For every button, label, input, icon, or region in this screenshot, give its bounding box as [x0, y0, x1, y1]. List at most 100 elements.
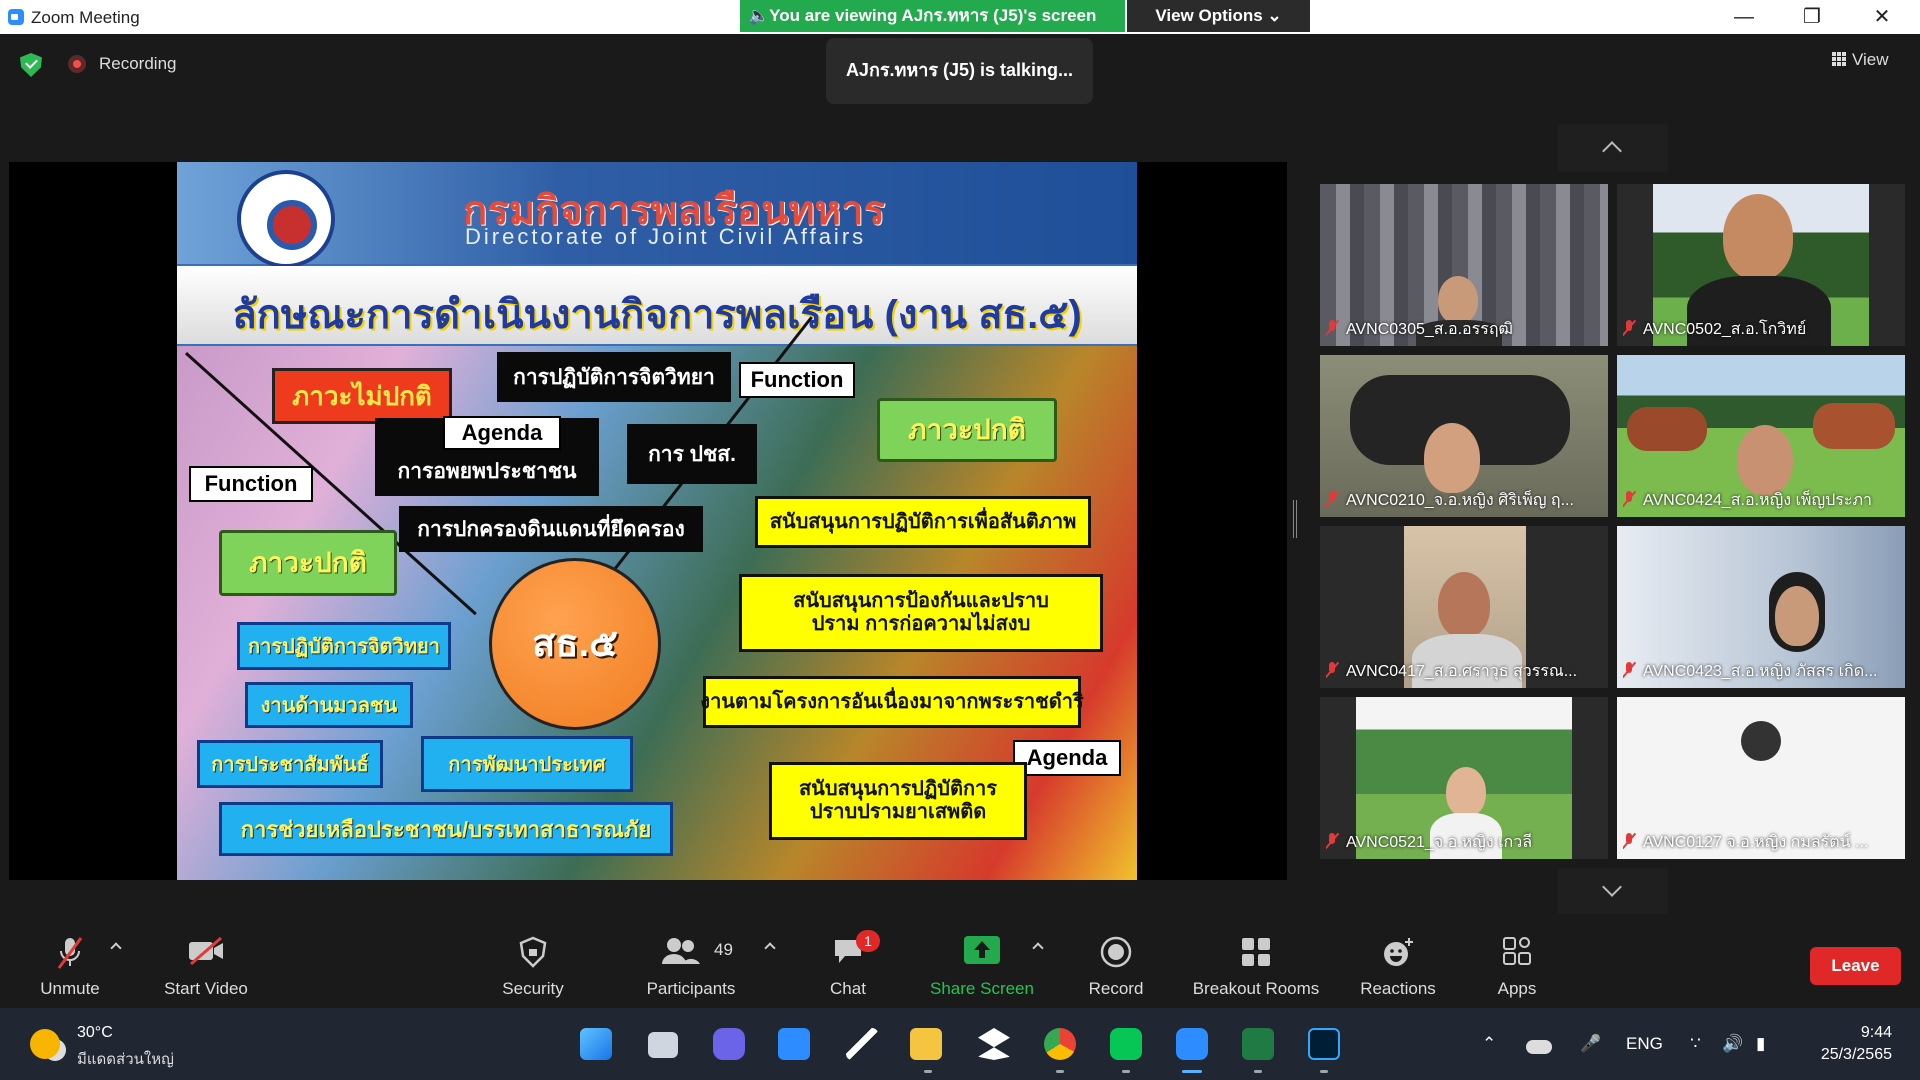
partly-sunny-icon[interactable]	[30, 1029, 60, 1059]
label-peace-support: สนับสนุนการปฏิบัติการเพื่อสันติภาพ	[755, 496, 1091, 548]
muted-mic-icon	[1623, 320, 1635, 336]
panel-resize-handle[interactable]	[1293, 500, 1297, 538]
participants-button[interactable]: 49 Participants	[636, 914, 746, 1008]
participant-name: AVNC0424_ส.อ.หญิง เพ็ญประภา	[1643, 492, 1872, 509]
smiley-plus-icon	[1384, 938, 1413, 966]
windows-start-icon[interactable]	[580, 1028, 612, 1060]
window-title: Zoom Meeting	[31, 8, 140, 27]
muted-microphone-icon	[57, 937, 83, 969]
label-national-development: การพัฒนาประเทศ	[421, 736, 633, 792]
center-circle-sor-tor-5: สธ.๕	[489, 558, 661, 730]
teams-chat-icon[interactable]	[713, 1028, 745, 1060]
label-normal-state-left: ภาวะปกติ	[219, 530, 397, 596]
gallery-scroll-down-button[interactable]	[1558, 868, 1668, 916]
start-video-button[interactable]: Start Video	[156, 914, 256, 1008]
participant-name: AVNC0210_จ.อ.หญิง ศิริเพ็ญ ฤ...	[1346, 492, 1574, 509]
breakout-rooms-icon	[1242, 938, 1270, 966]
label-pcs: การ ปชส.	[627, 424, 757, 484]
participant-tile[interactable]: AVNC0424_ส.อ.หญิง เพ็ญประภา	[1617, 355, 1905, 517]
minimize-button[interactable]: —	[1722, 4, 1766, 30]
muted-mic-icon	[1326, 320, 1338, 336]
participant-tile[interactable]: AVNC0423_ส.อ.หญิง ภัสสร เกิด...	[1617, 526, 1905, 688]
participant-tile[interactable]: AVNC0502_ส.อ.โกวิทย์	[1617, 184, 1905, 346]
recording-icon	[68, 55, 86, 73]
participant-name: AVNC0417_ส.อ.ศราวุธ สุวรรณ...	[1346, 663, 1578, 680]
participants-icon	[662, 938, 700, 964]
photoshop-icon[interactable]	[1308, 1028, 1340, 1060]
file-explorer-icon[interactable]	[910, 1028, 942, 1060]
label-function-left: Function	[189, 466, 313, 502]
clock-date[interactable]: 25/3/2565	[1792, 1046, 1892, 1064]
leave-button[interactable]: Leave	[1810, 947, 1901, 985]
battery-icon[interactable]: ▮	[1756, 1034, 1765, 1054]
line-app-icon[interactable]	[1110, 1028, 1142, 1060]
participant-name: AVNC0423_ส.อ.หญิง ภัสสร เกิด...	[1643, 663, 1878, 680]
muted-mic-icon	[1623, 662, 1635, 678]
label-psyops-left: การปฏิบัติการจิตวิทยา	[237, 622, 451, 670]
clock-time[interactable]: 9:44	[1812, 1024, 1892, 1042]
recording-label: Recording	[99, 54, 177, 73]
security-button[interactable]: Security	[490, 914, 576, 1008]
zoom-taskbar-icon[interactable]	[1176, 1028, 1208, 1060]
participant-tile[interactable]: AVNC0521_จ.อ.หญิง เกวลี	[1320, 697, 1608, 859]
grid-icon	[1832, 52, 1846, 66]
reactions-button[interactable]: Reactions	[1352, 914, 1444, 1008]
label-function-top: Function	[739, 362, 855, 398]
encryption-shield-icon[interactable]	[20, 53, 42, 77]
view-button[interactable]: View	[1832, 50, 1889, 70]
view-options-button[interactable]: View Options ⌄	[1127, 0, 1310, 32]
participant-face	[1438, 572, 1490, 638]
label-abnormal-state: ภาวะไม่ปกติ	[272, 368, 452, 424]
excel-icon[interactable]	[1242, 1028, 1274, 1060]
slide-title-english: Directorate of Joint Civil Affairs	[465, 224, 867, 249]
unmute-button[interactable]: Unmute	[24, 914, 116, 1008]
participant-name: AVNC0127 จ.อ.หญิง กมลรัตน์ ...	[1643, 834, 1869, 851]
label-psyops-top: การปฏิบัติการจิตวิทยา	[497, 352, 731, 402]
share-screen-button[interactable]: Share Screen	[920, 914, 1044, 1008]
chevron-up-icon	[1602, 141, 1622, 161]
participant-tile[interactable]: AVNC0417_ส.อ.ศราวุธ สุวรรณ...	[1320, 526, 1608, 688]
weather-temperature[interactable]: 30°C	[77, 1024, 113, 1042]
label-agenda-bottom: Agenda	[1013, 740, 1121, 776]
maximize-button[interactable]: ❐	[1790, 4, 1834, 30]
label-drug-suppression: สนับสนุนการปฏิบัติการ ปราบปรามยาเสพติด	[769, 762, 1027, 840]
label-occupied-territory: การปกครองดินแดนที่ยึดครอง	[399, 506, 703, 552]
chrome-icon[interactable]	[1044, 1028, 1076, 1060]
app-lightning-icon[interactable]	[846, 1028, 878, 1060]
participant-face	[1737, 425, 1793, 495]
meeting-toolbar: Unmute Start Video Security 49 Participa…	[0, 914, 1920, 1008]
mail-icon[interactable]	[778, 1028, 810, 1060]
close-button[interactable]: ✕	[1860, 4, 1904, 30]
speaker-icon: 🔈	[748, 6, 770, 25]
chat-button[interactable]: 1 Chat	[806, 914, 890, 1008]
chevron-down-icon: ⌄	[1267, 6, 1282, 25]
onedrive-cloud-icon[interactable]	[1526, 1040, 1552, 1054]
participant-name: AVNC0305_ส.อ.อรรฤฒิ	[1346, 321, 1513, 338]
label-disaster-relief: การช่วยเหลือประชาชน/บรรเทาสาธารณภัย	[219, 802, 673, 856]
microphone-tray-icon[interactable]: 🎤	[1580, 1034, 1601, 1054]
gallery-scroll-up-button[interactable]	[1558, 124, 1668, 172]
participant-tile[interactable]: AVNC0305_ส.อ.อรรฤฒิ	[1320, 184, 1608, 346]
participant-face	[1446, 767, 1486, 817]
input-language[interactable]: ENG	[1626, 1034, 1663, 1054]
participant-tile[interactable]: AVNC0210_จ.อ.หญิง ศิริเพ็ญ ฤ...	[1320, 355, 1608, 517]
wifi-icon[interactable]: ∵	[1690, 1034, 1701, 1054]
participant-tile[interactable]: AVNC0127 จ.อ.หญิง กมลรัตน์ ...	[1617, 697, 1905, 859]
participant-face	[1723, 194, 1793, 280]
label-royal-projects: งานตามโครงการอันเนื่องมาจากพระราชดำริ	[700, 676, 1084, 728]
record-icon	[1100, 936, 1132, 968]
record-button[interactable]: Record	[1072, 914, 1160, 1008]
chevron-up-icon[interactable]: ⌃	[1482, 1034, 1496, 1054]
participant-face	[1775, 586, 1819, 646]
volume-icon[interactable]: 🔊	[1722, 1034, 1743, 1054]
apps-button[interactable]: Apps	[1476, 914, 1558, 1008]
weather-description[interactable]: มีแดดส่วนใหญ่	[77, 1047, 174, 1071]
apps-icon	[1503, 937, 1531, 965]
participants-options-caret[interactable]	[764, 942, 776, 954]
muted-mic-icon	[1326, 662, 1338, 678]
video-off-icon	[189, 936, 223, 966]
task-view-icon[interactable]	[648, 1032, 678, 1058]
cow-image	[1813, 403, 1895, 449]
breakout-rooms-button[interactable]: Breakout Rooms	[1182, 914, 1330, 1008]
muted-mic-icon	[1623, 491, 1635, 507]
